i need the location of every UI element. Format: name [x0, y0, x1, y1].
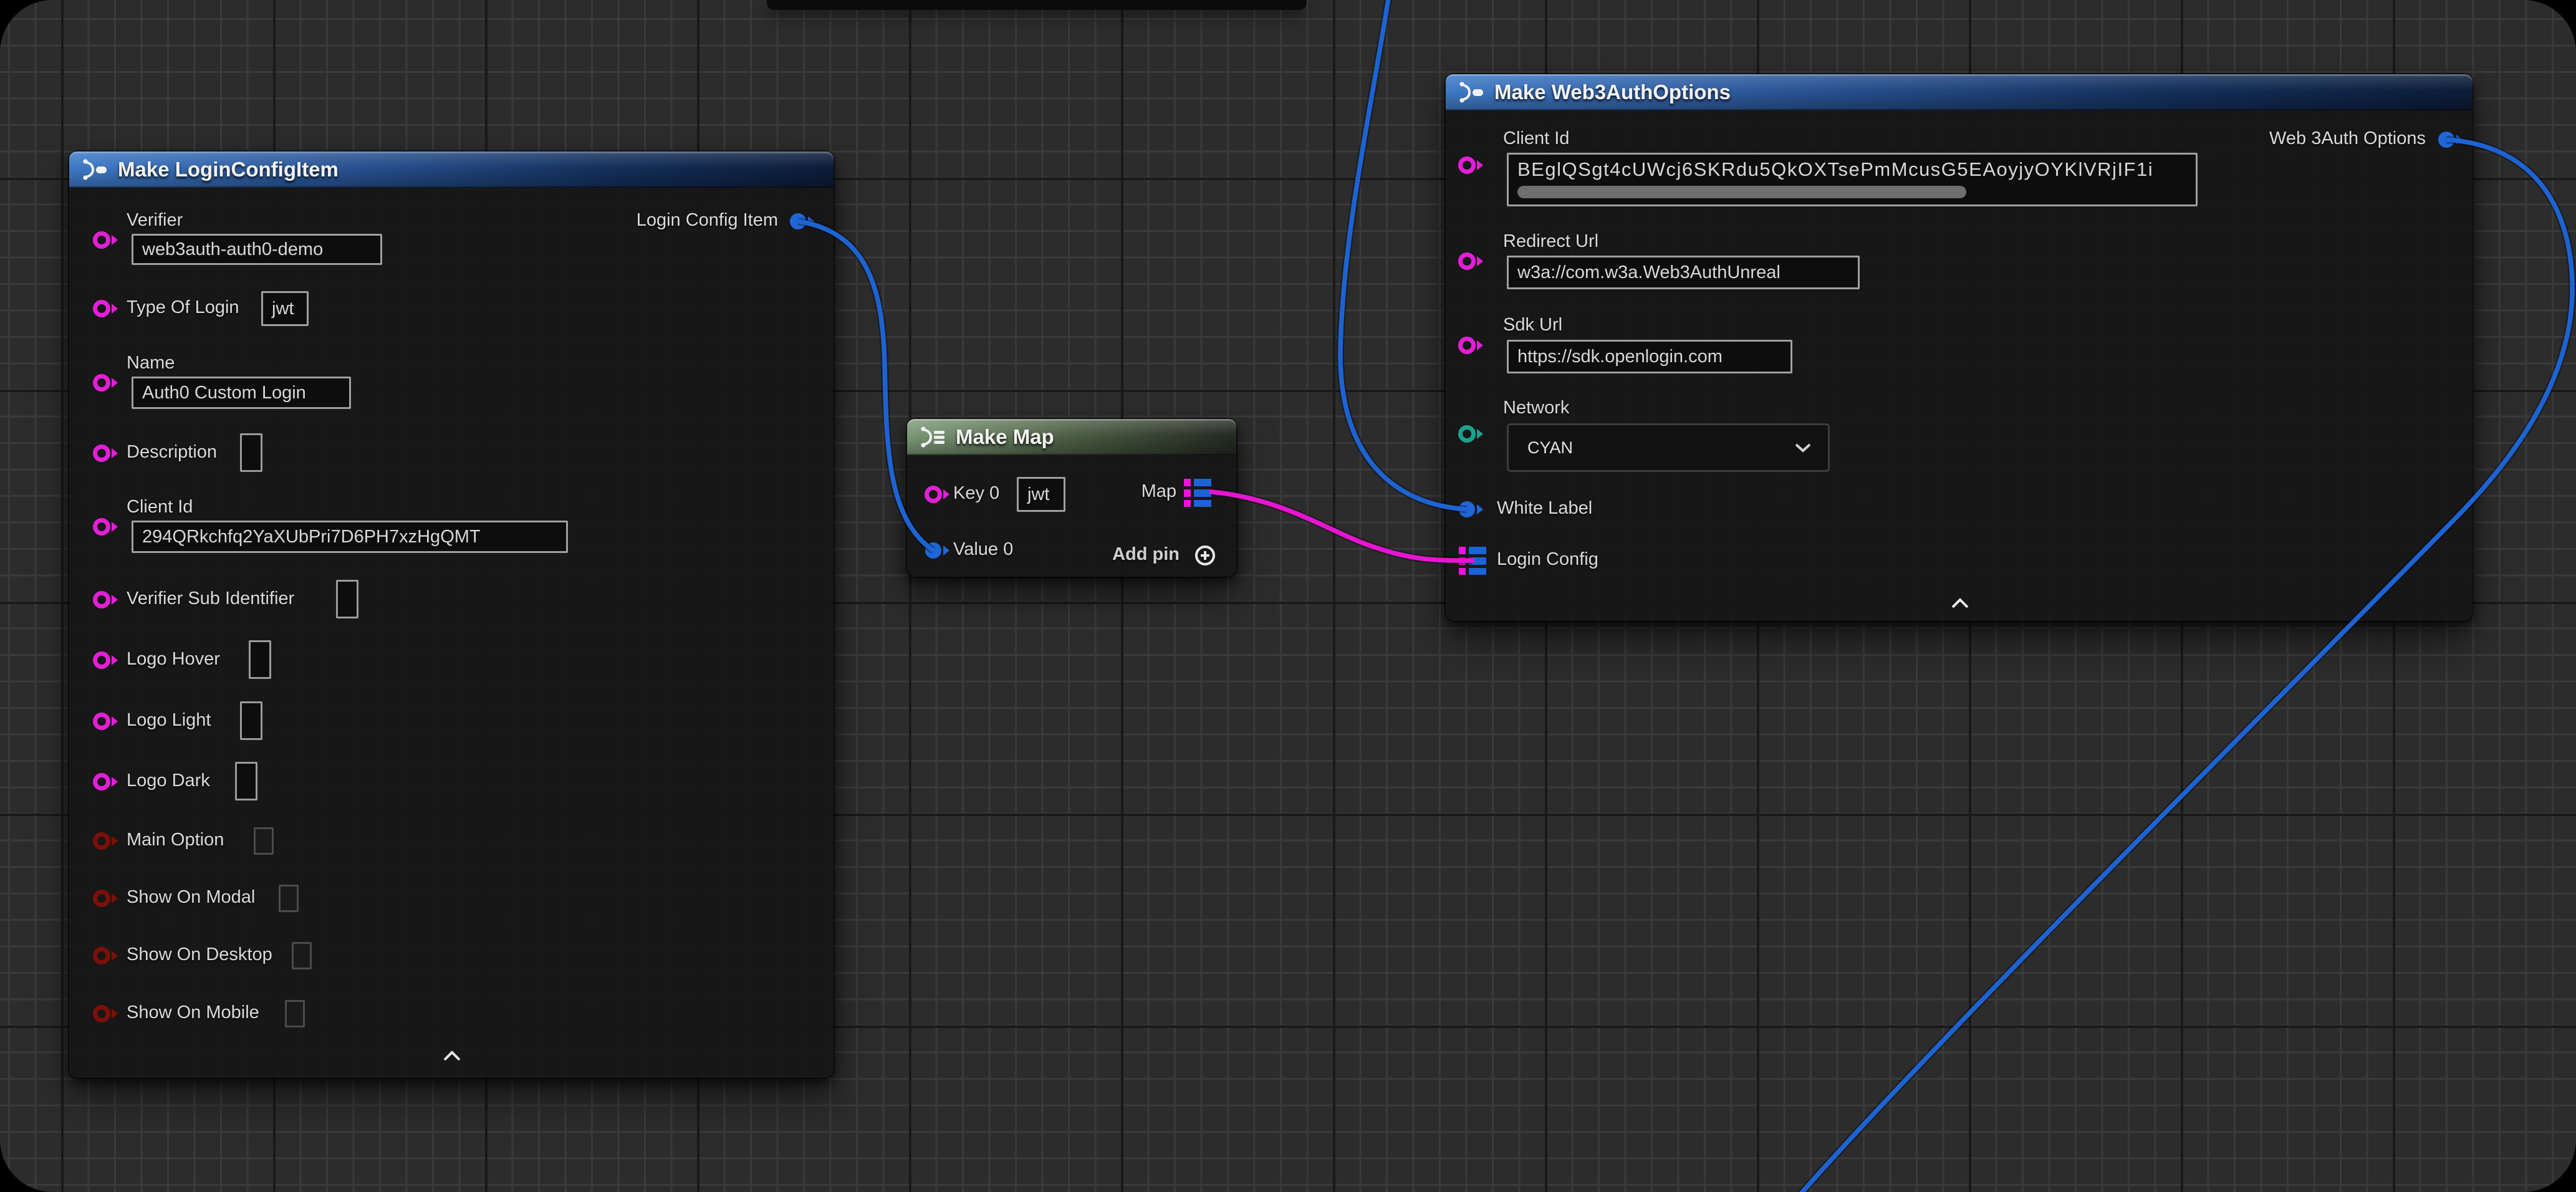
text-input-type-of-login[interactable]: jwt: [261, 291, 309, 326]
pin-label-verifier: Verifier: [127, 210, 183, 231]
pin-logo-hover-input[interactable]: [92, 650, 120, 670]
pin-client-id-input[interactable]: [92, 517, 120, 537]
pin-logo-dark-input[interactable]: [92, 772, 120, 792]
output-pin-login-config-item[interactable]: [789, 211, 816, 231]
pin-label-client-id: Client Id: [1503, 128, 1569, 149]
pin-label-redirect-url: Redirect Url: [1503, 231, 1598, 252]
output-label-web-3auth-options: Web 3Auth Options: [1446, 128, 2426, 149]
text-input-client-id[interactable]: 294QRkchfq2YaXUbPri7D6PH7xzHgQMT: [132, 521, 568, 553]
horizontal-scrollbar[interactable]: [1517, 186, 1966, 198]
checkbox-main-option[interactable]: [254, 827, 274, 855]
text-input-key-0[interactable]: jwt: [1017, 477, 1065, 512]
text-input-sdk-url[interactable]: https://sdk.openlogin.com: [1507, 340, 1792, 373]
collapse-node-button[interactable]: [443, 1050, 461, 1062]
dropdown-selected-value: CYAN: [1527, 438, 1573, 458]
text-input-value: https://sdk.openlogin.com: [1517, 347, 1723, 367]
pin-label-show-on-mobile: Show On Mobile: [127, 1002, 259, 1023]
chevron-down-icon: [1794, 442, 1812, 453]
text-input-verifier-sub-identifier[interactable]: [336, 580, 358, 618]
pin-network-input[interactable]: [1458, 424, 1485, 444]
make-map-icon: [920, 424, 946, 450]
dropdown-network[interactable]: CYAN: [1507, 423, 1830, 472]
pin-white-label-input[interactable]: [1458, 499, 1485, 519]
text-input-value: BEglQSgt4cUWcj6SKRdu5QkOXTsePmMcusG5EAoy…: [1517, 158, 2153, 181]
pin-label-show-on-modal: Show On Modal: [127, 887, 255, 908]
checkbox-show-on-desktop[interactable]: [292, 942, 312, 969]
text-input-logo-dark[interactable]: [235, 762, 257, 800]
pin-label-white-label: White Label: [1497, 498, 1592, 519]
node-header-make-map[interactable]: Make Map: [907, 419, 1236, 455]
pin-verifier-input[interactable]: [92, 230, 120, 250]
node-title: Make LoginConfigItem: [118, 158, 339, 181]
pin-label-logo-dark: Logo Dark: [127, 771, 210, 791]
pin-redirect-url-input[interactable]: [1458, 251, 1485, 271]
text-input-value: jwt: [1027, 484, 1049, 505]
pin-label-type-of-login: Type Of Login: [127, 297, 239, 318]
text-input-logo-hover[interactable]: [249, 640, 271, 679]
text-input-value: web3auth-auth0-demo: [142, 239, 323, 260]
text-input-description[interactable]: [240, 433, 262, 472]
make-struct-icon: [82, 156, 108, 183]
pin-login-config-input[interactable]: [1459, 546, 1486, 575]
pin-description-input[interactable]: [92, 443, 120, 463]
output-pin-web-3auth-options[interactable]: [2437, 130, 2464, 150]
pin-key-0-input[interactable]: [924, 484, 951, 504]
add-pin-label[interactable]: Add pin: [907, 544, 1180, 565]
pin-label-login-config: Login Config: [1497, 549, 1598, 570]
text-input-name[interactable]: Auth0 Custom Login: [132, 377, 351, 409]
pin-sdk-url-input[interactable]: [1458, 335, 1485, 355]
nodes-layer: Make LoginConfigItemLogin Config ItemVer…: [0, 0, 2576, 1192]
blueprint-canvas[interactable]: Make LoginConfigItemLogin Config ItemVer…: [0, 0, 2576, 1192]
text-input-logo-light[interactable]: [240, 701, 262, 740]
pin-label-network: Network: [1503, 398, 1569, 418]
pin-name-input[interactable]: [92, 373, 120, 393]
text-input-value: 294QRkchfq2YaXUbPri7D6PH7xzHgQMT: [142, 527, 481, 547]
checkbox-show-on-modal[interactable]: [279, 885, 299, 912]
pin-type-of-login-input[interactable]: [92, 299, 120, 319]
pin-verifier-sub-identifier-input[interactable]: [92, 590, 120, 610]
pin-label-key-0: Key 0: [953, 483, 999, 504]
node-make-loginconfigitem[interactable]: Make LoginConfigItemLogin Config ItemVer…: [69, 151, 834, 1078]
pin-show-on-modal-input[interactable]: [92, 888, 120, 908]
collapse-node-button[interactable]: [1951, 598, 1969, 609]
node-title: Make Map: [956, 425, 1054, 449]
output-pin-map[interactable]: [1184, 478, 1211, 507]
pin-label-sdk-url: Sdk Url: [1503, 315, 1562, 335]
checkbox-show-on-mobile[interactable]: [285, 1000, 305, 1027]
make-struct-icon: [1458, 79, 1484, 105]
pin-label-verifier-sub-identifier: Verifier Sub Identifier: [127, 589, 294, 609]
pin-label-show-on-desktop: Show On Desktop: [127, 944, 272, 965]
text-input-value: jwt: [272, 299, 294, 319]
node-title: Make Web3AuthOptions: [1494, 80, 1731, 104]
screenshot-stage: Make LoginConfigItemLogin Config ItemVer…: [0, 0, 2576, 1192]
node-make-web3authoptions[interactable]: Make Web3AuthOptions Web 3Auth OptionsCli…: [1446, 74, 2473, 621]
node-header-make-loginconfigitem[interactable]: Make LoginConfigItem: [69, 151, 834, 188]
text-input-verifier[interactable]: web3auth-auth0-demo: [132, 234, 382, 265]
pin-label-logo-hover: Logo Hover: [127, 649, 220, 670]
node-make-map[interactable]: Make MapMapKey 0jwtValue 0Add pin: [907, 419, 1236, 577]
pin-label-client-id: Client Id: [127, 497, 193, 517]
text-input-value: Auth0 Custom Login: [142, 383, 306, 403]
pin-label-main-option: Main Option: [127, 830, 224, 850]
pin-show-on-desktop-input[interactable]: [92, 946, 120, 966]
pin-logo-light-input[interactable]: [92, 711, 120, 731]
text-input-value: w3a://com.w3a.Web3AuthUnreal: [1517, 262, 1781, 283]
pin-label-name: Name: [127, 353, 175, 373]
text-input-redirect-url[interactable]: w3a://com.w3a.Web3AuthUnreal: [1507, 256, 1860, 289]
pin-label-description: Description: [127, 442, 217, 463]
pin-show-on-mobile-input[interactable]: [92, 1004, 120, 1024]
pin-client-id-input[interactable]: [1458, 155, 1485, 175]
node-header-make-web3authoptions[interactable]: Make Web3AuthOptions: [1446, 74, 2473, 110]
text-input-client-id[interactable]: BEglQSgt4cUWcj6SKRdu5QkOXTsePmMcusG5EAoy…: [1507, 153, 2198, 206]
pin-label-logo-light: Logo Light: [127, 710, 211, 731]
pin-main-option-input[interactable]: [92, 831, 120, 851]
add-pin-button[interactable]: [1194, 544, 1216, 567]
